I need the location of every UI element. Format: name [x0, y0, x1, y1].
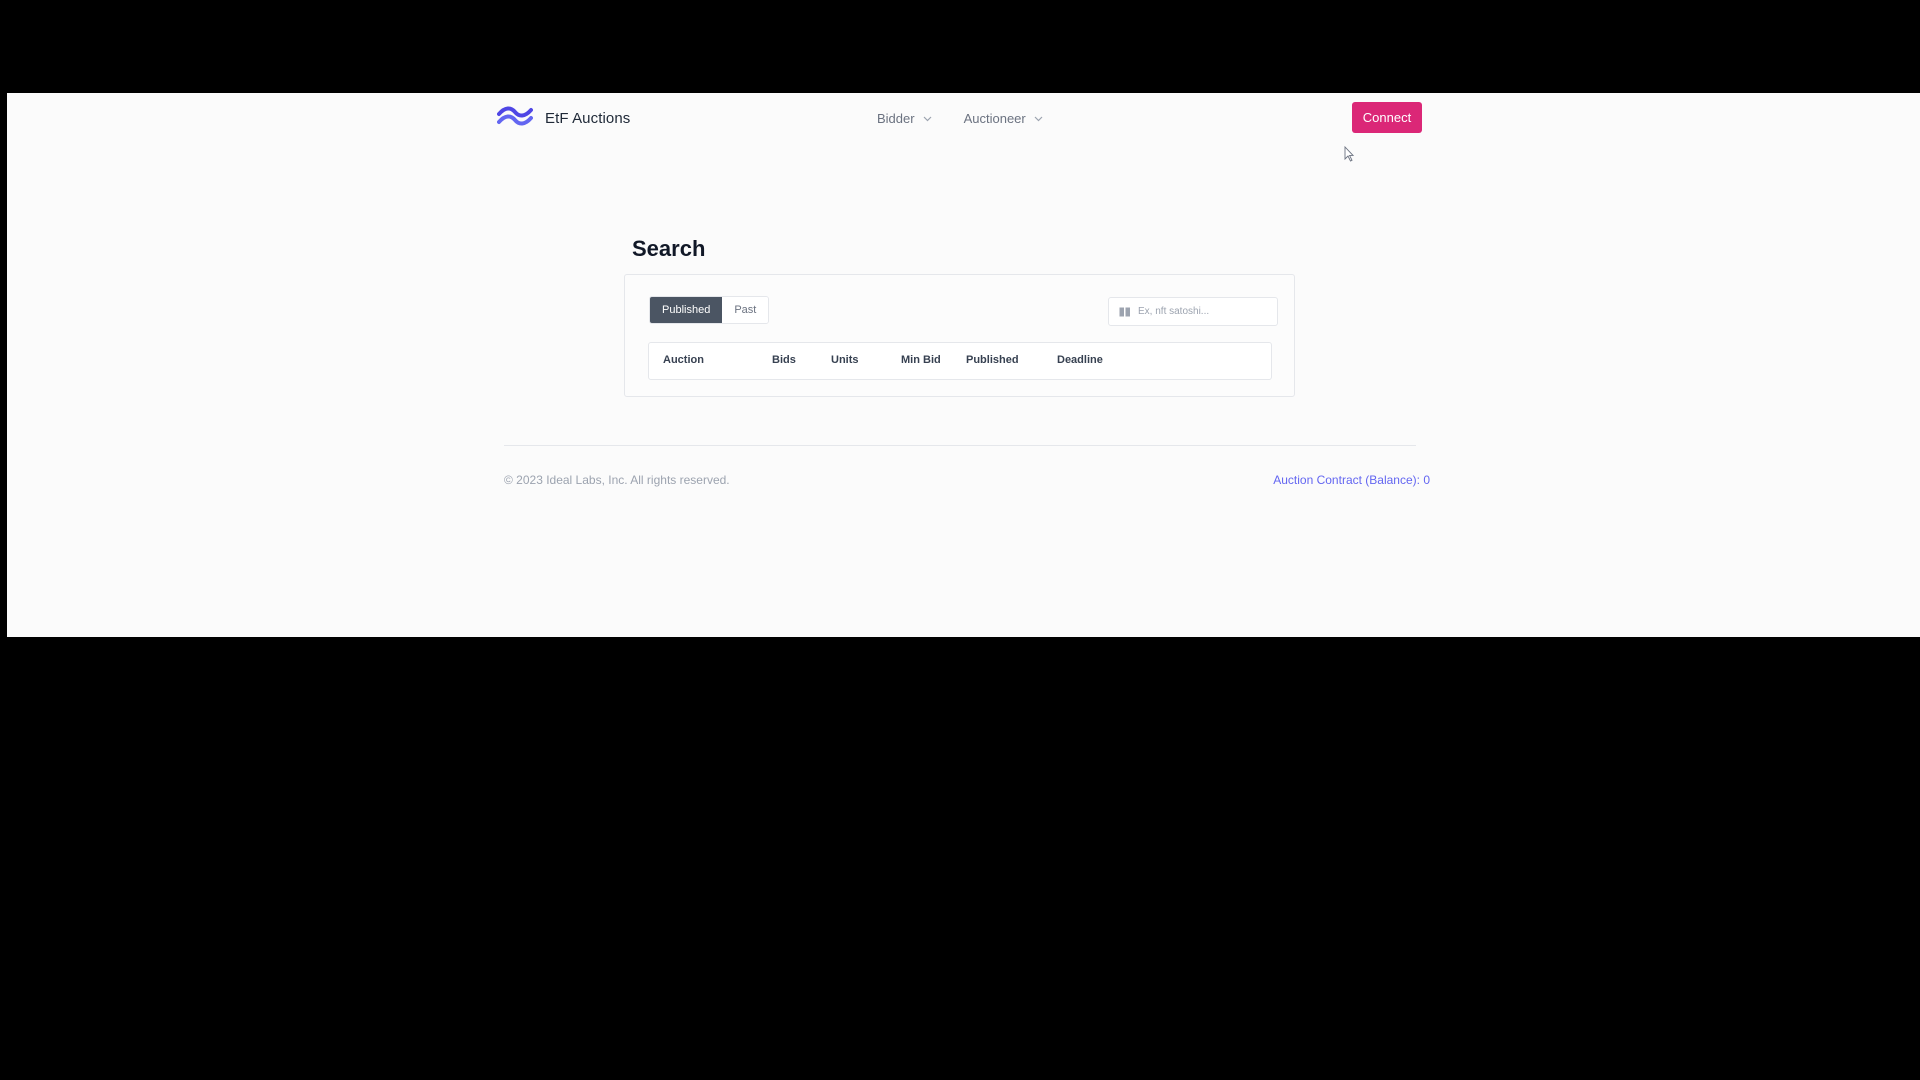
auction-status-toggle: Published Past	[649, 296, 770, 324]
nav-bidder-label: Bidder	[877, 111, 915, 126]
main-nav: Bidder Auctioneer	[877, 111, 1043, 126]
nav-bidder-dropdown[interactable]: Bidder	[877, 111, 932, 126]
auction-contract-balance-link[interactable]: Auction Contract (Balance): 0	[1273, 473, 1430, 487]
nav-auctioneer-label: Auctioneer	[963, 111, 1026, 126]
column-header-bids: Bids	[772, 354, 796, 366]
mouse-cursor-icon	[1344, 146, 1354, 162]
nav-auctioneer-dropdown[interactable]: Auctioneer	[964, 111, 1043, 126]
copyright-text: © 2023 Ideal Labs, Inc. All rights reser…	[504, 473, 730, 487]
chevron-down-icon	[923, 116, 932, 121]
search-icon	[1119, 307, 1130, 316]
footer-divider	[504, 445, 1416, 446]
search-input[interactable]	[1138, 306, 1268, 317]
search-field[interactable]	[1108, 297, 1278, 326]
chevron-down-icon	[1034, 116, 1043, 121]
contract-label: Auction Contract (Balance):	[1273, 473, 1424, 487]
app-page: EtF Auctions Bidder Auctioneer Connect S…	[7, 93, 1920, 637]
column-header-min-bid: Min Bid	[901, 354, 941, 366]
wave-logo-icon	[497, 106, 533, 126]
column-header-published: Published	[966, 354, 1019, 366]
column-header-units: Units	[831, 354, 859, 366]
page-title: Search	[632, 236, 706, 261]
brand-logo[interactable]: EtF Auctions	[497, 105, 630, 129]
column-header-auction: Auction	[663, 354, 704, 366]
column-header-deadline: Deadline	[1057, 354, 1103, 366]
contract-balance: 0	[1423, 473, 1430, 487]
connect-button[interactable]: Connect	[1352, 102, 1422, 133]
auctions-table: Auction Bids Units Min Bid Published Dea…	[648, 342, 1272, 380]
tab-past[interactable]: Past	[722, 297, 769, 323]
tab-published[interactable]: Published	[650, 297, 723, 323]
brand-name: EtF Auctions	[545, 109, 631, 127]
search-panel: Published Past Auction Bids Units Min Bi…	[624, 274, 1295, 397]
